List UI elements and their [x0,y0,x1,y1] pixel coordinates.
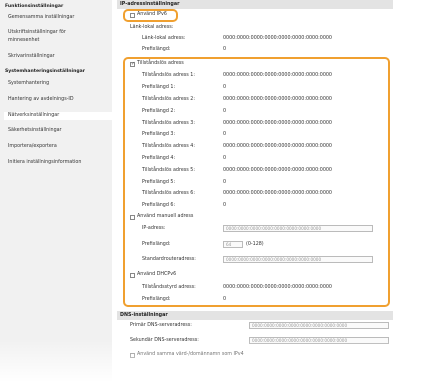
stateless-addr-value: 0000:0000:0000:0000:0000:0000:0000:0000 [223,168,332,173]
stateless-address-checkbox[interactable] [130,61,135,67]
sidebar-header-system: Systemhanteringsinställningar [5,69,86,74]
primary-dns-label: Primär DNS-serveradress: [130,323,192,328]
link-local-heading: Länk-lokal adress: [130,25,174,30]
sidebar-item-security[interactable]: Säkerhetsinställningar [8,127,108,135]
manual-router-input[interactable]: 0000:0000:0000:0000:0000:0000:0000:0000 [223,256,373,263]
stateless-addr-label: Tillståndslös adress 6: [142,191,195,196]
use-ipv6-label: Använd IPv6 [137,12,167,17]
stateful-prefix-value: 0 [223,297,227,302]
sidebar-item-system-management[interactable]: Systemhantering [8,80,108,88]
stateless-prefix-value: 0 [223,203,227,208]
sidebar-item-import-export[interactable]: Importera/exportera [8,143,108,151]
stateless-addr-label: Tillståndslös adress 2: [142,97,195,102]
dhcpv6-checkbox[interactable] [130,273,135,278]
stateless-prefix-value: 0 [223,180,227,185]
sidebar-item-department-id[interactable]: Hantering av avdelnings-ID [8,96,108,104]
stateless-addr-value: 0000:0000:0000:0000:0000:0000:0000:0000 [223,97,332,102]
stateless-prefix-label: Prefixlängd 2: [142,109,176,114]
stateless-addr-label: Tillståndslös adress 5: [142,168,195,173]
stateless-prefix-value: 0 [223,156,227,161]
manual-prefix-label: Prefixlängd: [142,242,171,247]
manual-prefix-input[interactable]: 64 [223,241,243,248]
dhcpv6-label: Använd DHCPv6 [137,272,177,277]
stateful-address-label: Tillståndsstyrd adress: [142,285,196,290]
sidebar-header-function: Funktionsinställningar [5,4,64,9]
link-local-prefix-label: Prefixlängd: [142,47,171,52]
primary-dns-input[interactable]: 0000:0000:0000:0000:0000:0000:0000:0000 [249,322,389,329]
use-ipv6-checkbox[interactable] [130,13,135,18]
sidebar-item-printer[interactable]: Skrivarinställningar [8,53,108,61]
manual-prefix-range: (0-128) [246,242,264,247]
sidebar-item-network[interactable]: Nätverksinställningar [4,112,112,120]
sidebar: Funktionsinställningar Gemensamma instäl… [0,0,112,382]
stateless-addr-label: Tillståndslös adress 3: [142,121,195,126]
stateless-addr-label: Tillståndslös adress 1: [142,73,195,78]
stateless-prefix-value: 0 [223,85,227,90]
stateless-prefix-label: Prefixlängd 1: [142,85,176,90]
stateful-prefix-label: Prefixlängd: [142,297,171,302]
stateless-prefix-label: Prefixlängd 6: [142,203,176,208]
ip-address-settings-header: IP-adressinställningar [117,0,393,9]
dns-settings-header: DNS-inställningar [117,311,393,320]
manual-address-checkbox[interactable] [130,215,135,220]
stateless-address-label: Tillståndslös adress [137,61,184,66]
stateless-prefix-label: Prefixlängd 4: [142,156,176,161]
sidebar-item-initialize[interactable]: Initiera inställningsinformation [8,159,108,167]
stateful-address-value: 0000:0000:0000:0000:0000:0000:0000:0000 [223,285,332,290]
stateless-addr-value: 0000:0000:0000:0000:0000:0000:0000:0000 [223,73,332,78]
stateless-addr-value: 0000:0000:0000:0000:0000:0000:0000:0000 [223,191,332,196]
manual-ip-label: IP-adress: [142,226,166,231]
stateless-addr-value: 0000:0000:0000:0000:0000:0000:0000:0000 [223,121,332,126]
link-local-value: 0000:0000:0000:0000:0000:0000:0000:0000 [223,36,332,41]
stateless-prefix-label: Prefixlängd 5: [142,180,176,185]
sidebar-item-print-memory-cont[interactable]: minnesenhet [8,37,108,45]
stateless-addr-value: 0000:0000:0000:0000:0000:0000:0000:0000 [223,144,332,149]
link-local-prefix-value: 0 [223,47,227,52]
stateless-prefix-value: 0 [223,132,227,137]
manual-ip-input[interactable]: 0000:0000:0000:0000:0000:0000:0000:0000 [223,225,373,232]
link-local-label: Länk-lokal adress: [142,36,186,41]
manual-address-label: Använd manuell adress [137,214,194,219]
stateless-prefix-label: Prefixlängd 3: [142,132,176,137]
manual-router-label: Standardrouteradress: [142,257,196,262]
stateless-prefix-value: 0 [223,109,227,114]
stateless-addr-label: Tillståndslös adress 4: [142,144,195,149]
bottom-fade [0,340,424,382]
main-content: IP-adressinställningar Använd IPv6 Länk-… [117,0,424,382]
sidebar-item-common[interactable]: Gemensamma inställningar [8,14,108,22]
sidebar-item-print-memory[interactable]: Utskriftsinställningar för [8,29,108,37]
